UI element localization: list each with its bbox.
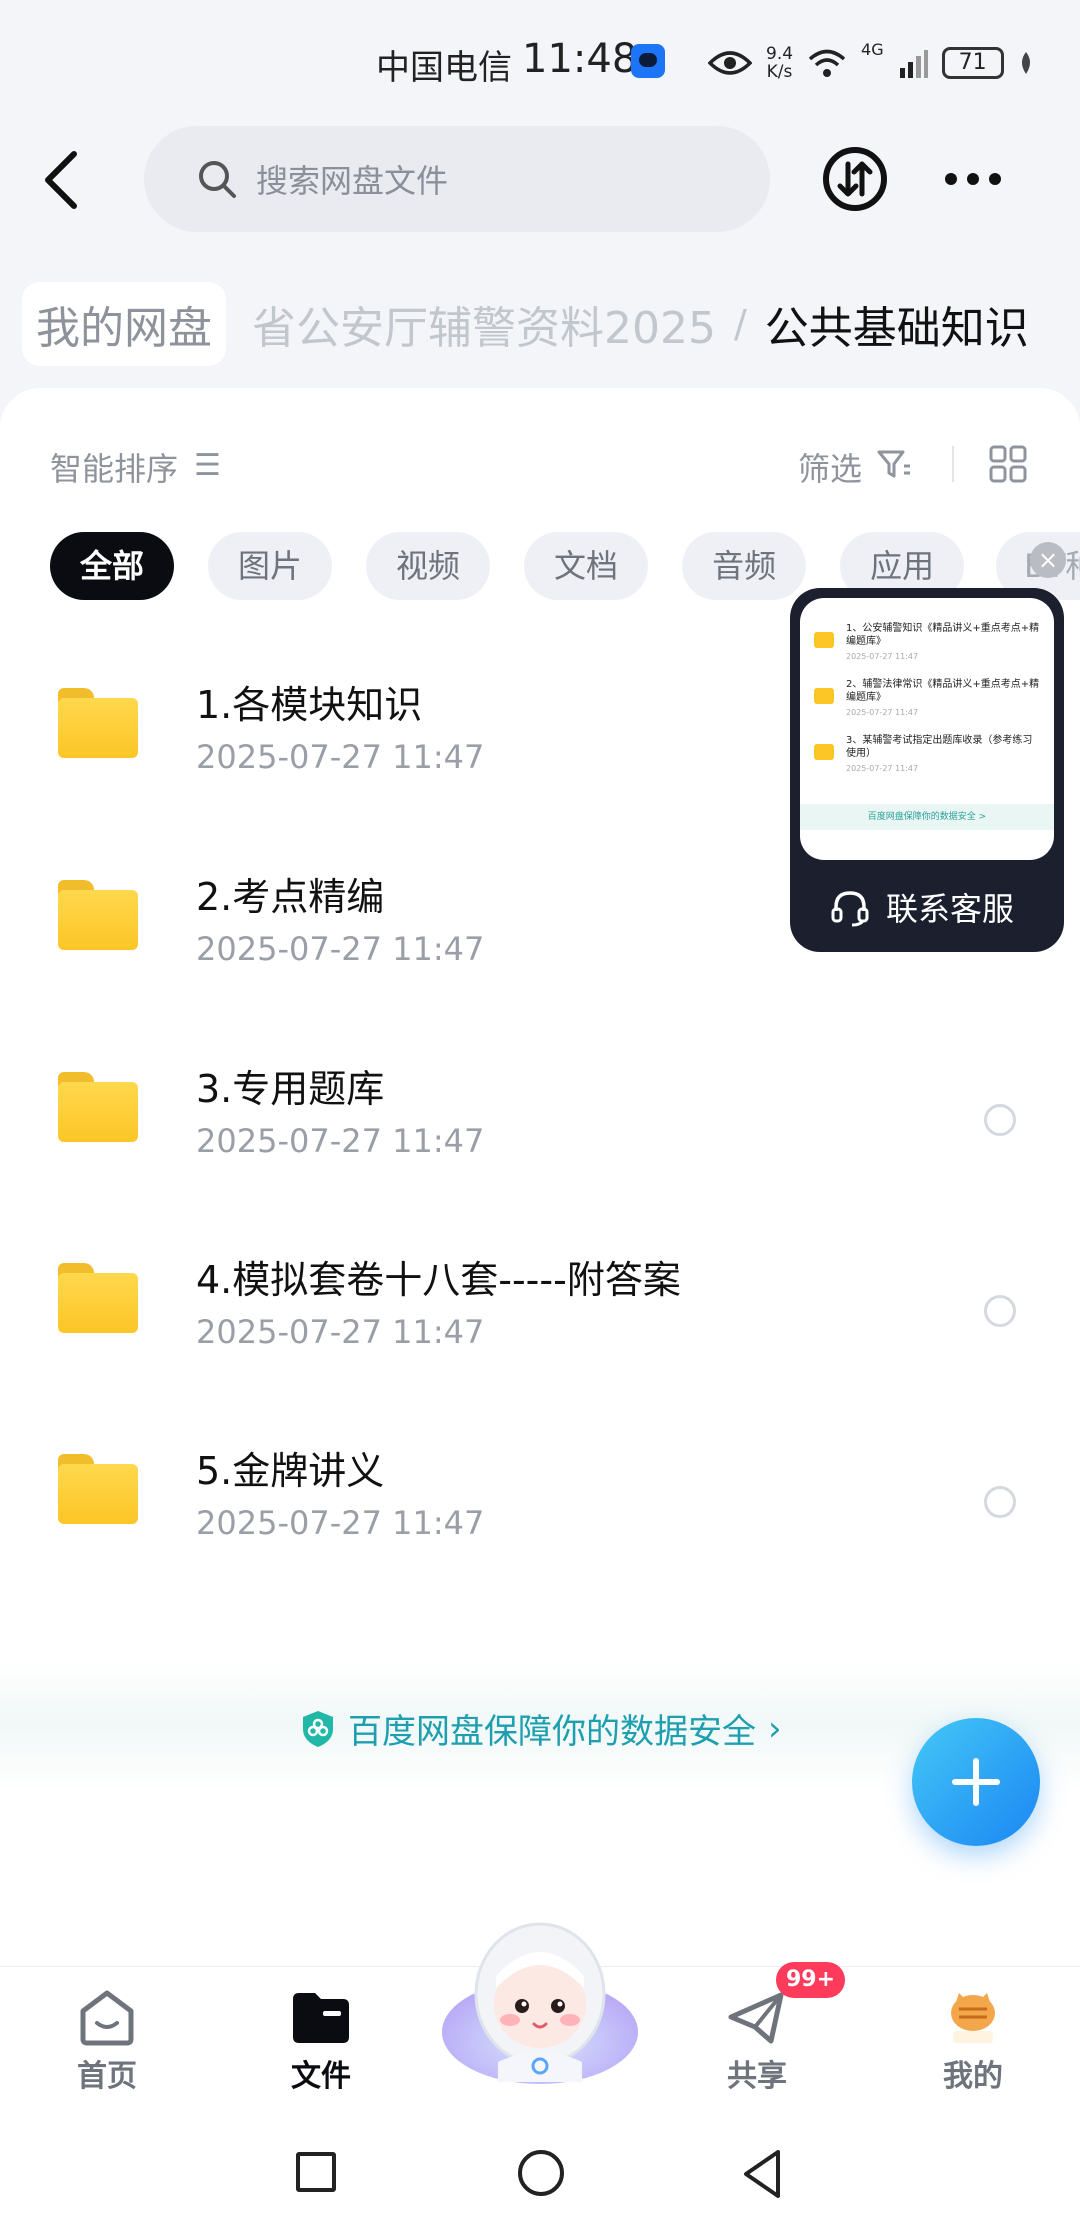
- folder-icon: [58, 1263, 138, 1333]
- notification-app-icon: [631, 44, 665, 78]
- preview-item: 1、公安辅警知识《精品讲义+重点考点+精编题库》 2025-07-27 11:4…: [814, 622, 1042, 672]
- preview-item: 3、某辅警考试指定出题库收录（参考练习使用） 2025-07-27 11:47: [814, 734, 1042, 784]
- share-icon: [728, 1992, 784, 2044]
- select-checkbox[interactable]: [984, 1295, 1016, 1327]
- headset-icon: [831, 891, 869, 927]
- nav-share-label: 共享: [727, 2059, 787, 2094]
- file-name: 2.考点精编: [196, 875, 385, 919]
- more-button[interactable]: [942, 162, 1004, 196]
- toolbar-divider: [952, 446, 954, 482]
- nav-me[interactable]: 我的: [908, 1987, 1038, 2095]
- recents-button[interactable]: [296, 2152, 336, 2192]
- contact-service-label: 联系客服: [830, 884, 1014, 930]
- status-indicators: 9.4 K/s 4G 71: [708, 40, 1034, 86]
- filter-icon: [877, 450, 910, 478]
- eye-icon: [708, 51, 752, 75]
- more-icon: [945, 173, 1001, 185]
- file-date: 2025-07-27 11:47: [196, 1504, 485, 1542]
- file-date: 2025-07-27 11:47: [196, 738, 485, 776]
- file-date: 2025-07-27 11:47: [196, 930, 485, 968]
- search-input[interactable]: 搜索网盘文件: [144, 126, 770, 232]
- select-checkbox[interactable]: [984, 1104, 1016, 1136]
- file-name: 3.专用题库: [196, 1067, 385, 1111]
- preview-item: 2、辅警法律常识《精品讲义+重点考点+精编题库》 2025-07-27 11:4…: [814, 678, 1042, 728]
- breadcrumb-root[interactable]: 我的网盘: [22, 282, 226, 366]
- share-badge: 99+: [776, 1962, 846, 1998]
- list-item[interactable]: 3.专用题库 2025-07-27 11:47: [0, 1022, 1080, 1212]
- customer-service-card[interactable]: 1、公安辅警知识《精品讲义+重点考点+精编题库》 2025-07-27 11:4…: [790, 588, 1064, 952]
- signal-icon: [899, 50, 928, 78]
- status-bar: 中国电信 11:48 9.4 K/s 4G 71: [0, 0, 1080, 120]
- home-icon: [80, 1990, 134, 2046]
- breadcrumb-current: 公共基础知识: [764, 303, 1029, 354]
- sort-icon: ☰: [194, 448, 221, 483]
- nav-home-label: 首页: [77, 2059, 137, 2094]
- file-name: 1.各模块知识: [196, 683, 423, 727]
- folder-icon: [58, 880, 138, 950]
- file-name: 5.金牌讲义: [196, 1449, 385, 1493]
- filter-button[interactable]: 筛选: [798, 444, 862, 490]
- file-date: 2025-07-27 11:47: [196, 1122, 485, 1160]
- chip-audio[interactable]: 音频: [682, 532, 807, 600]
- grid-view-icon[interactable]: [988, 444, 1028, 484]
- transfer-icon: [823, 147, 887, 211]
- folder-icon: [814, 632, 834, 648]
- carrier-label: 中国电信: [376, 48, 512, 88]
- file-date: 2025-07-27 11:47: [196, 1313, 485, 1351]
- files-icon: [293, 1993, 349, 2043]
- home-button[interactable]: [518, 2150, 564, 2196]
- folder-icon: [58, 1454, 138, 1524]
- sort-button[interactable]: 智能排序: [50, 444, 178, 490]
- folder-icon: [814, 744, 834, 760]
- nav-me-label: 我的: [943, 2059, 1003, 2094]
- clock: 11:48: [522, 36, 638, 82]
- search-placeholder: 搜索网盘文件: [256, 162, 449, 200]
- security-text: 百度网盘保障你的数据安全: [348, 1712, 756, 1752]
- system-back-icon[interactable]: [740, 2148, 784, 2200]
- wifi-icon: [808, 49, 846, 77]
- list-item[interactable]: 5.金牌讲义 2025-07-27 11:47: [0, 1404, 1080, 1594]
- breadcrumb: 我的网盘 省公安厅辅警资料2025 / 公共基础知识: [0, 274, 1080, 374]
- close-icon[interactable]: ×: [1030, 542, 1066, 578]
- nav-share[interactable]: 共享: [692, 1987, 822, 2095]
- network-speed: 9.4 K/s: [766, 44, 794, 82]
- back-button[interactable]: [36, 144, 88, 216]
- preview-footer: 百度网盘保障你的数据安全 >: [800, 804, 1054, 830]
- nav-files[interactable]: 文件: [256, 1987, 386, 2095]
- chip-videos[interactable]: 视频: [366, 532, 491, 600]
- network-type: 4G: [861, 40, 884, 59]
- folder-icon: [814, 688, 834, 704]
- add-button[interactable]: [912, 1718, 1040, 1846]
- chevron-right-icon: ›: [768, 1708, 782, 1749]
- search-icon: [199, 161, 236, 198]
- nav-home[interactable]: 首页: [42, 1987, 172, 2095]
- select-checkbox[interactable]: [984, 1486, 1016, 1518]
- chip-all[interactable]: 全部: [50, 532, 175, 600]
- shield-icon: [303, 1710, 333, 1747]
- avatar-icon: [951, 1993, 995, 2043]
- leaf-icon: [1021, 52, 1030, 74]
- file-name: 4.模拟套卷十八套-----附答案: [196, 1258, 681, 1302]
- chip-documents[interactable]: 文档: [524, 532, 649, 600]
- nav-files-label: 文件: [291, 2059, 351, 2094]
- transfer-list-button[interactable]: [822, 146, 888, 212]
- breadcrumb-parent[interactable]: 省公安厅辅警资料2025: [252, 292, 716, 356]
- folder-icon: [58, 688, 138, 758]
- back-icon: [45, 151, 77, 209]
- breadcrumb-separator: /: [733, 302, 747, 346]
- chip-images[interactable]: 图片: [208, 532, 333, 600]
- service-preview: 1、公安辅警知识《精品讲义+重点考点+精编题库》 2025-07-27 11:4…: [800, 598, 1054, 860]
- battery-indicator: 71: [941, 47, 1004, 79]
- list-item[interactable]: 4.模拟套卷十八套-----附答案 2025-07-27 11:47: [0, 1213, 1080, 1403]
- folder-icon: [58, 1072, 138, 1142]
- mascot-icon[interactable]: [438, 1912, 642, 2088]
